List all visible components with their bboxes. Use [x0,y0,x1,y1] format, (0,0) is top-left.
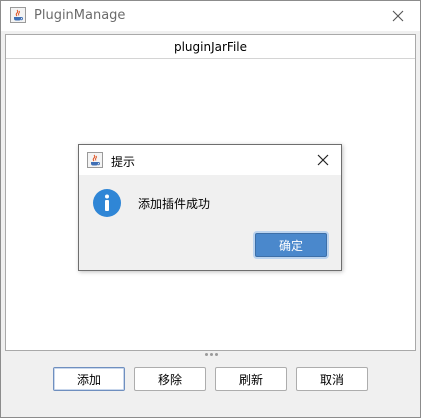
java-cup-icon [87,152,103,168]
remove-button[interactable]: 移除 [134,367,206,391]
java-cup-icon [10,7,26,23]
split-pane-handle[interactable] [201,353,221,359]
info-icon [92,188,122,218]
ok-button[interactable]: 确定 [255,233,327,257]
dialog-close-button[interactable] [305,145,341,175]
window-close-button[interactable] [376,1,420,31]
column-header-label: pluginJarFile [173,39,248,54]
window-titlebar: PluginManage [1,1,420,31]
add-button[interactable]: 添加 [53,367,125,391]
dialog-titlebar: 提示 [79,145,341,175]
window-title: PluginManage [34,8,126,23]
dialog-title: 提示 [111,155,136,169]
cancel-button[interactable]: 取消 [296,367,368,391]
table-header-pluginjarfile[interactable]: pluginJarFile [6,35,415,59]
message-dialog: 提示 添加插件成功 确定 [78,144,342,271]
close-icon [317,154,329,166]
dialog-message: 添加插件成功 [138,197,211,211]
refresh-button[interactable]: 刷新 [215,367,287,391]
close-icon [392,10,404,22]
